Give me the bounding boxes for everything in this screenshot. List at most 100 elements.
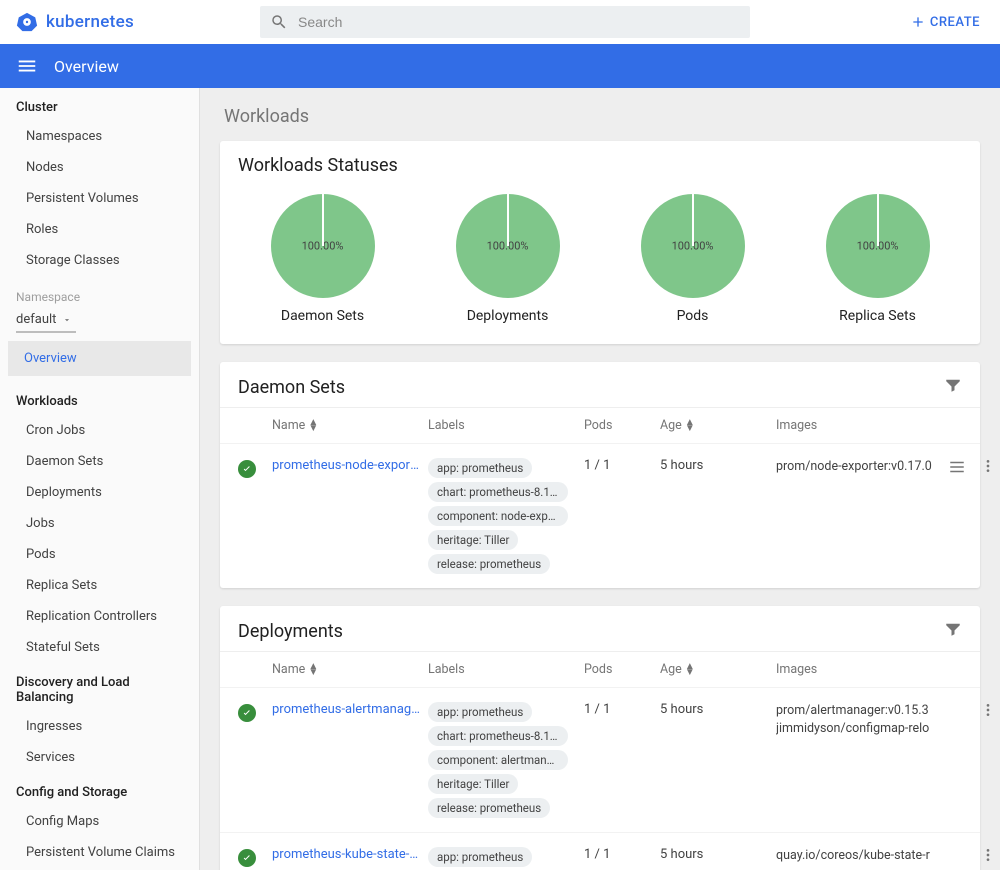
main-content: Workloads Workloads Statuses 100.00%Daem… [200,88,1000,870]
images-cell: quay.io/coreos/kube-state-r [776,847,936,865]
search-input[interactable] [298,14,740,30]
sort-icon: ▲▼ [685,420,695,432]
col-name[interactable]: Name▲▼ [272,662,422,677]
sidebar-item-replica-sets[interactable]: Replica Sets [0,570,199,601]
sidebar-item-jobs[interactable]: Jobs [0,508,199,539]
sidebar-item-nodes[interactable]: Nodes [0,152,199,183]
label-chip: heritage: Tiller [428,774,518,794]
table-header: Name▲▼ Labels Pods Age▲▼ Images [220,651,980,687]
sidebar-item-persistent-volume-claims[interactable]: Persistent Volume Claims [0,837,199,868]
pie-name: Deployments [467,308,549,324]
resource-name-link[interactable]: prometheus-alertmanager [272,702,422,717]
sidebar-item-namespaces[interactable]: Namespaces [0,121,199,152]
sidebar-item-replication-controllers[interactable]: Replication Controllers [0,601,199,632]
brand-text: kubernetes [46,12,134,32]
labels-cell: app: prometheuschart: prometheus-8.1.0co… [428,702,578,818]
action-bar: Overview [0,44,1000,88]
kubernetes-logo-icon [16,11,38,33]
card-title-statuses: Workloads Statuses [220,141,980,184]
pie-name: Daemon Sets [281,308,364,324]
pie-chart: 100.00% [456,194,560,298]
sidebar-section-workloads[interactable]: Workloads [0,382,199,415]
label-chip: release: prometheus [428,798,550,818]
col-labels: Labels [428,662,578,677]
pie-percent: 100.00% [487,240,529,253]
images-cell: prom/node-exporter:v0.17.0 [776,458,936,476]
sidebar: Cluster NamespacesNodesPersistent Volume… [0,88,200,870]
filter-icon[interactable] [944,376,962,399]
col-age[interactable]: Age▲▼ [660,662,770,677]
label-chip: chart: prometheus-8.1.0 [428,482,568,502]
card-title-deployments: Deployments [238,621,343,642]
status-success-icon [238,460,256,478]
col-age[interactable]: Age▲▼ [660,418,770,433]
sidebar-section-discovery[interactable]: Discovery and Load Balancing [0,663,199,711]
pie-chart: 100.00% [641,194,745,298]
pods-cell: 1 / 1 [584,847,654,862]
resource-name-link[interactable]: prometheus-kube-state-met [272,847,422,862]
label-chip: app: prometheus [428,847,532,867]
sidebar-item-ingresses[interactable]: Ingresses [0,711,199,742]
search-box[interactable] [260,6,750,38]
pie-percent: 100.00% [302,240,344,253]
sort-icon: ▲▼ [308,664,318,676]
pie-name: Pods [677,308,709,324]
top-bar: kubernetes CREATE [0,0,1000,44]
sidebar-item-daemon-sets[interactable]: Daemon Sets [0,446,199,477]
pie-percent: 100.00% [672,240,714,253]
namespace-label: Namespace [0,276,199,306]
brand[interactable]: kubernetes [16,11,134,33]
table-row: prometheus-alertmanager app: prometheusch… [220,687,980,832]
create-label: CREATE [930,15,980,30]
card-workload-statuses: Workloads Statuses 100.00% Daemon Sets 100… [220,141,980,344]
filter-icon[interactable] [944,620,962,643]
card-title-daemonsets: Daemon Sets [238,377,345,398]
dropdown-icon [62,315,72,325]
namespace-underline [16,331,76,333]
sidebar-section-config[interactable]: Config and Storage [0,773,199,806]
pods-cell: 1 / 1 [584,702,654,717]
plus-icon [910,14,926,30]
kebab-menu-icon[interactable] [978,847,998,863]
label-chip: release: prometheus [428,554,550,574]
sidebar-item-roles[interactable]: Roles [0,214,199,245]
namespace-selected: default [16,312,56,327]
hamburger-icon[interactable] [16,55,38,77]
age-cell: 5 hours [660,847,770,862]
kebab-menu-icon[interactable] [978,702,998,718]
label-chip: app: prometheus [428,702,532,722]
sort-icon: ▲▼ [685,664,695,676]
sidebar-item-persistent-volumes[interactable]: Persistent Volumes [0,183,199,214]
pods-cell: 1 / 1 [584,458,654,473]
resource-name-link[interactable]: prometheus-node-exporter [272,458,422,473]
logs-icon[interactable] [942,458,972,476]
age-cell: 5 hours [660,702,770,717]
pie-percent: 100.00% [857,240,899,253]
namespace-select[interactable]: default [16,312,183,327]
pie-chart: 100.00% [826,194,930,298]
sidebar-section-cluster[interactable]: Cluster [0,88,199,121]
status-pie-deployments: 100.00% Deployments [456,194,560,324]
table-row: prometheus-kube-state-met app: prometheus… [220,832,980,870]
kebab-menu-icon[interactable] [978,458,998,474]
label-chip: app: prometheus [428,458,532,478]
col-name[interactable]: Name▲▼ [272,418,422,433]
status-success-icon [238,849,256,867]
sidebar-item-pods[interactable]: Pods [0,539,199,570]
status-success-icon [238,704,256,722]
sidebar-item-config-maps[interactable]: Config Maps [0,806,199,837]
sidebar-item-storage-classes[interactable]: Storage Classes [0,245,199,276]
card-deployments: Deployments Name▲▼ Labels Pods Age▲▼ Ima… [220,606,980,870]
table-header: Name▲▼ Labels Pods Age▲▼ Images [220,407,980,443]
labels-cell: app: prometheus chart: prometheus-8.1.0 co… [428,458,578,574]
sidebar-item-cron-jobs[interactable]: Cron Jobs [0,415,199,446]
labels-cell: app: prometheuschart: prometheus-8.1.0co… [428,847,578,870]
sidebar-item-overview[interactable]: Overview [8,341,191,376]
create-button[interactable]: CREATE [910,14,980,30]
sidebar-item-deployments[interactable]: Deployments [0,477,199,508]
sidebar-item-stateful-sets[interactable]: Stateful Sets [0,632,199,663]
status-pie-pods: 100.00% Pods [641,194,745,324]
sidebar-item-services[interactable]: Services [0,742,199,773]
col-pods: Pods [584,662,654,677]
label-chip: component: node-exporter [428,506,568,526]
